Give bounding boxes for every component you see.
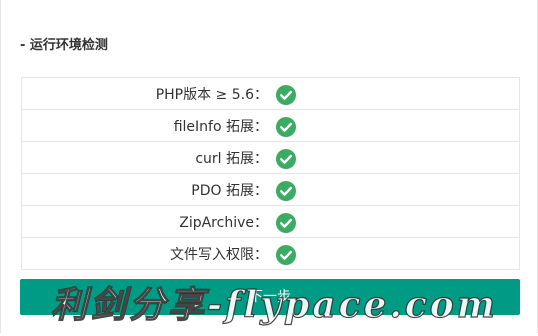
- check-label: curl 拓展：: [21, 141, 276, 174]
- table-row: ZipArchive：: [21, 205, 520, 238]
- check-circle-icon: [276, 148, 296, 169]
- check-label: ZipArchive：: [21, 205, 276, 238]
- check-status: [276, 109, 520, 142]
- table-row: PHP版本 ≥ 5.6：: [21, 77, 520, 110]
- check-circle-icon: [276, 180, 296, 201]
- check-circle-icon: [276, 212, 296, 233]
- check-status: [276, 205, 520, 238]
- section-title: - 运行环境检测: [20, 38, 108, 53]
- check-status: [276, 77, 520, 110]
- table-row: PDO 拓展：: [21, 173, 520, 206]
- check-label: PDO 拓展：: [21, 173, 276, 206]
- check-circle-icon: [276, 84, 296, 105]
- install-panel: - 运行环境检测 PHP版本 ≥ 5.6： fileInfo 拓展： curl …: [0, 0, 538, 333]
- check-status: [276, 141, 520, 174]
- table-row: curl 拓展：: [21, 141, 520, 174]
- table-row: 文件写入权限：: [21, 237, 520, 270]
- check-circle-icon: [276, 116, 296, 137]
- check-status: [276, 237, 520, 270]
- check-label: 文件写入权限：: [21, 237, 276, 270]
- check-label: PHP版本 ≥ 5.6：: [21, 77, 276, 110]
- table-row: fileInfo 拓展：: [21, 109, 520, 142]
- next-step-button[interactable]: 下一步: [20, 279, 520, 315]
- check-status: [276, 173, 520, 206]
- check-label: fileInfo 拓展：: [21, 109, 276, 142]
- check-circle-icon: [276, 244, 296, 265]
- environment-check-table: PHP版本 ≥ 5.6： fileInfo 拓展： curl 拓展： PDO 拓…: [21, 77, 520, 270]
